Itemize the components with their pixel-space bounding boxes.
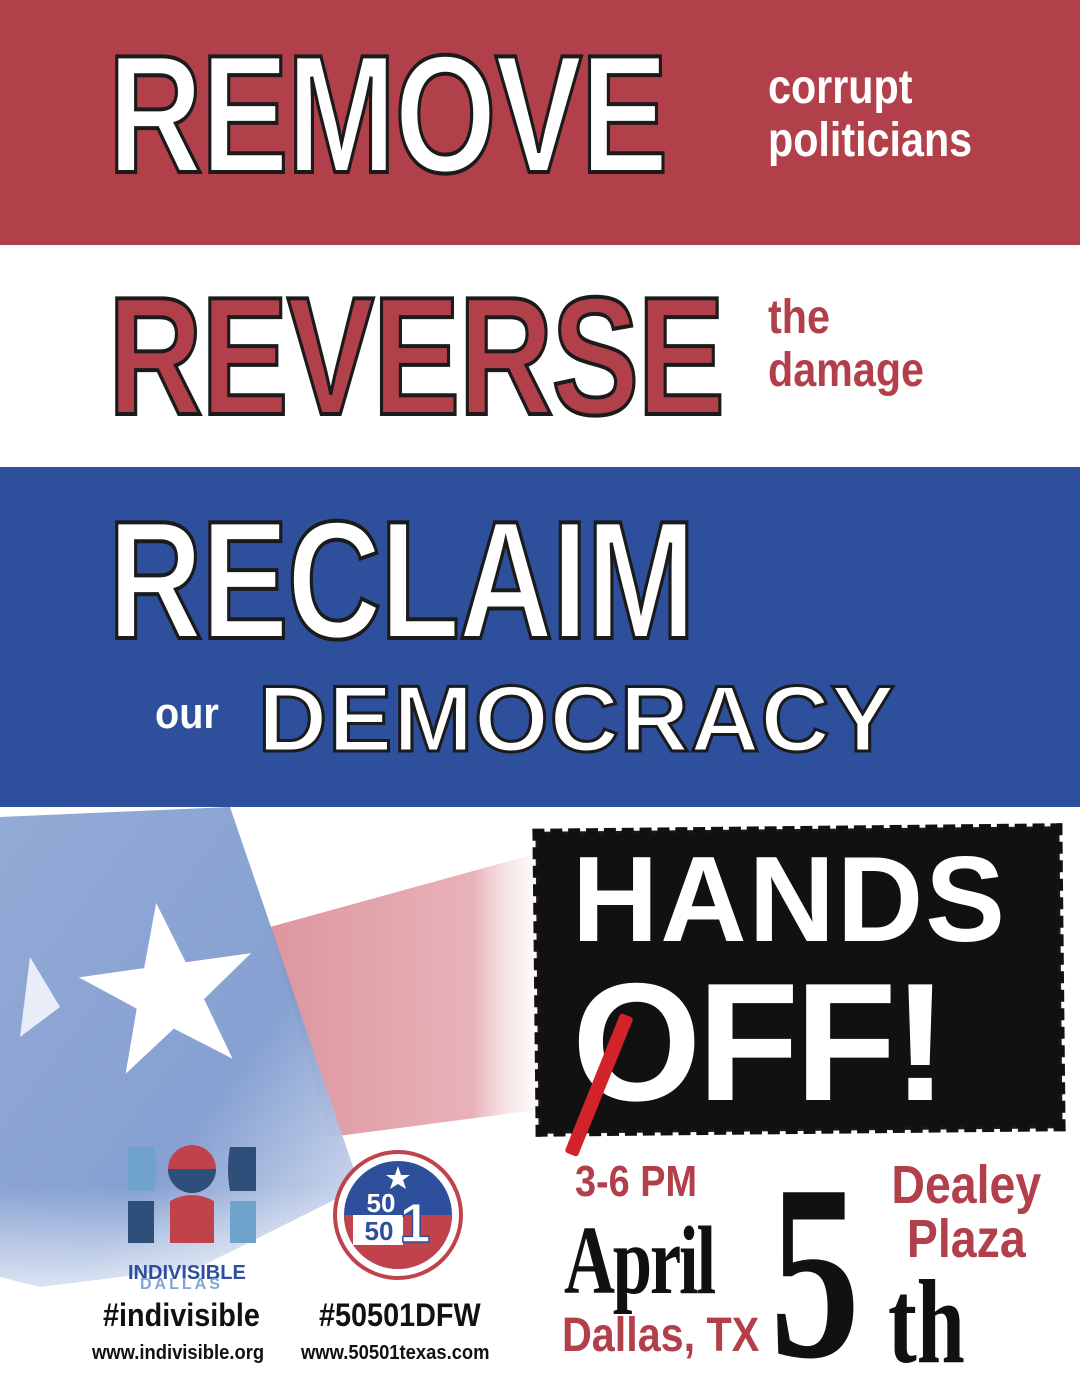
remove-subtext: corrupt politicians [768,61,973,168]
event-time: 3-6 PM [575,1157,697,1206]
headline-reclaim: RECLAIM [106,486,697,674]
event-venue: Dealey Plaza [876,1158,1057,1266]
headline-democracy: DEMOCRACY [256,666,896,771]
event-day: 5 [770,1134,860,1397]
indivisible-hashtag: #indivisible [103,1297,260,1333]
hands-text: HANDS [572,831,1007,967]
event-month: April [564,1207,716,1315]
event-city: Dallas, TX [562,1309,760,1362]
fifty501-logo: 50 50 1 [333,1150,463,1280]
remove-subtext-line-2: politicians [768,113,973,167]
fifty501-url[interactable]: www.50501texas.com [301,1342,490,1365]
reverse-subtext-line-2: damage [768,343,925,397]
fifty501-logo-bottom: 50 [365,1216,394,1246]
headline-remove: REMOVE [106,20,669,208]
headline-our: our [155,689,219,738]
fifty501-hashtag: #50501DFW [319,1297,481,1333]
event-day-suffix: th [888,1255,965,1388]
off-text: OFF! [572,948,948,1136]
fifty501-logo-one: 1 [399,1191,430,1254]
reverse-subtext: the damage [768,291,925,398]
remove-subtext-line-1: corrupt [768,61,913,114]
headline-reverse: REVERSE [106,262,726,450]
reverse-subtext-line-1: the [768,291,830,344]
texas-flag-art [0,807,560,1327]
fifty501-logo-top: 50 [367,1188,396,1218]
indivisible-url[interactable]: www.indivisible.org [92,1342,264,1365]
venue-line-2: Plaza [906,1209,1026,1269]
venue-line-1: Dealey [891,1155,1042,1215]
indivisible-logo-sub: DALLAS [140,1276,223,1293]
